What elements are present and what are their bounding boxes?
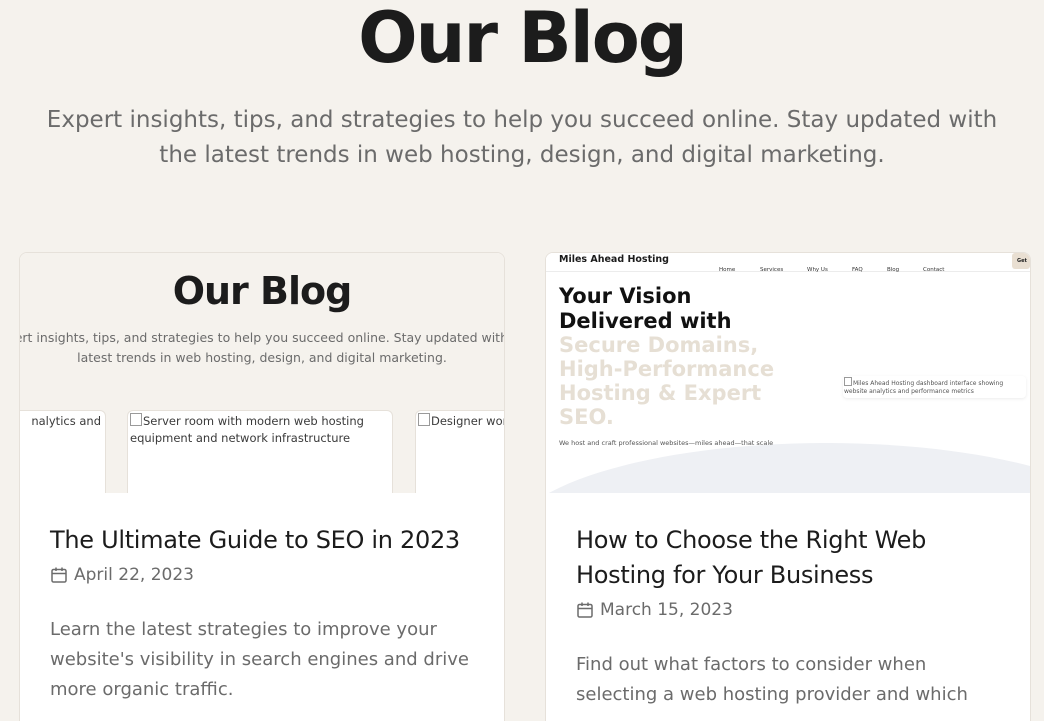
thumbnail-alt-text: nalytics and bbox=[31, 414, 101, 428]
thumbnail-nav-link: Contact bbox=[923, 267, 945, 273]
thumbnail-nav-link: Services bbox=[760, 267, 784, 273]
post-body: The Ultimate Guide to SEO in 2023 April … bbox=[50, 523, 480, 705]
page-subtitle: Expert insights, tips, and strategies to… bbox=[46, 107, 998, 168]
thumbnail-alt-text: Miles Ahead Hosting dashboard interface … bbox=[844, 380, 1004, 395]
thumbnail-nav-links: Home Services Why Us FAQ Blog Contact bbox=[719, 256, 963, 275]
thumbnail-alt-text: Server room with modern web hosting equi… bbox=[130, 414, 364, 445]
thumbnail-mini-card: Designer working on creative UI elements bbox=[415, 410, 504, 493]
calendar-icon bbox=[51, 567, 67, 583]
thumbnail-wave-background bbox=[546, 443, 1030, 493]
thumbnail-dashboard-image: Miles Ahead Hosting dashboard interface … bbox=[843, 376, 1026, 398]
thumbnail-nav-link: Blog bbox=[887, 267, 900, 273]
thumbnail-mini-card: nalytics and bbox=[20, 410, 106, 493]
post-meta: March 15, 2023 bbox=[576, 600, 1006, 620]
thumbnail-subtitle: Expert insights, tips, and strategies to… bbox=[20, 330, 504, 365]
post-title[interactable]: How to Choose the Right Web Hosting for … bbox=[576, 523, 1006, 593]
blog-page: Our Blog Expert insights, tips, and stra… bbox=[0, 0, 1044, 721]
page-title: Our Blog bbox=[358, 0, 688, 79]
blog-post-card[interactable]: Miles Ahead Hosting Home Services Why Us FA… bbox=[545, 252, 1031, 721]
thumbnail-navbar: Miles Ahead Hosting Home Services Why Us FA… bbox=[546, 253, 1030, 275]
post-thumbnail[interactable]: Miles Ahead Hosting Home Services Why Us FA… bbox=[546, 253, 1030, 493]
thumbnail-hero-heading: Your Vision Delivered with bbox=[559, 284, 732, 333]
post-thumbnail[interactable]: Our Blog Expert insights, tips, and stra… bbox=[20, 253, 504, 493]
thumbnail-hero-highlight: Secure Domains, High-Performance Hosting… bbox=[559, 333, 775, 429]
post-title[interactable]: The Ultimate Guide to SEO in 2023 bbox=[50, 523, 480, 558]
thumbnail-brand: Miles Ahead Hosting bbox=[559, 254, 669, 265]
broken-image-icon bbox=[418, 413, 430, 426]
post-meta: April 22, 2023 bbox=[50, 565, 480, 585]
thumbnail-cta-button: Get bbox=[1012, 253, 1030, 269]
thumbnail-mini-card: Server room with modern web hosting equi… bbox=[127, 410, 393, 493]
broken-image-icon bbox=[130, 413, 142, 426]
broken-image-icon bbox=[844, 377, 852, 386]
calendar-icon bbox=[577, 602, 593, 618]
thumbnail-hero-text: We host and craft professional websites—… bbox=[559, 439, 774, 447]
thumbnail-nav-link: FAQ bbox=[852, 267, 863, 273]
post-excerpt: Find out what factors to consider when s… bbox=[576, 654, 968, 705]
thumbnail-title: Our Blog bbox=[172, 269, 353, 313]
post-date: April 22, 2023 bbox=[74, 565, 194, 585]
post-excerpt: Learn the latest strategies to improve y… bbox=[50, 619, 469, 700]
thumbnail-alt-text: Designer working on creative UI elements bbox=[431, 414, 504, 428]
thumbnail-nav-link: Home bbox=[719, 267, 736, 273]
blog-post-card[interactable]: Our Blog Expert insights, tips, and stra… bbox=[19, 252, 505, 721]
post-date: March 15, 2023 bbox=[600, 600, 733, 620]
thumbnail-nav-link: Why Us bbox=[807, 267, 828, 273]
post-body: How to Choose the Right Web Hosting for … bbox=[576, 523, 1006, 710]
